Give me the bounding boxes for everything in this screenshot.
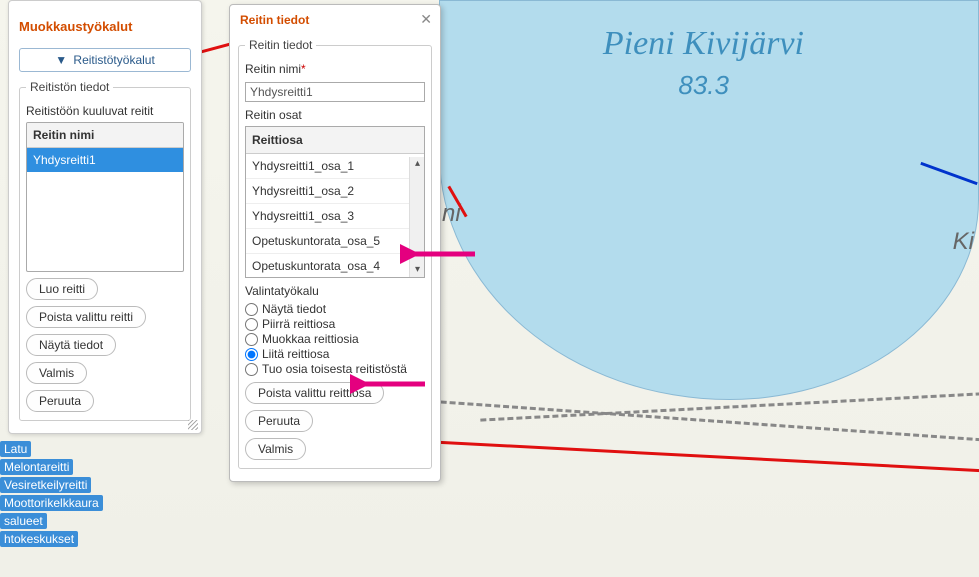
list-item[interactable]: Opetuskuntorata_osa_5	[246, 229, 424, 254]
dialog-title: Reitin tiedot	[240, 13, 309, 27]
tools-panel: Muokkaustyökalut ▼ Reitistötyökalut Reit…	[8, 0, 202, 434]
parts-header: Reittiosa	[246, 127, 424, 154]
legend: Latu Melontareitti Vesiretkeilyreitti Mo…	[0, 440, 103, 548]
radio-edit[interactable]: Muokkaa reittiosia	[245, 332, 425, 346]
create-route-button[interactable]: Luo reitti	[26, 278, 98, 300]
area-label-right: Ki	[953, 228, 974, 256]
caret-down-icon: ▼	[55, 53, 67, 67]
legend-item[interactable]: Vesiretkeilyreitti	[0, 477, 91, 493]
legend-item[interactable]: salueet	[0, 513, 47, 529]
toggle-label: Reitistötyökalut	[73, 53, 154, 67]
close-icon[interactable]: ✕	[420, 11, 432, 28]
list-item[interactable]: Opetuskuntorata_osa_4	[246, 254, 424, 274]
legend-item[interactable]: Melontareitti	[0, 459, 73, 475]
delete-route-button[interactable]: Poista valittu reitti	[26, 306, 146, 328]
list-item[interactable]: Yhdysreitti1_osa_2	[246, 179, 424, 204]
route-name-input[interactable]	[245, 82, 425, 102]
list-item[interactable]: Yhdysreitti1	[27, 148, 183, 172]
show-info-button[interactable]: Näytä tiedot	[26, 334, 116, 356]
radio-attach[interactable]: Liitä reittiosa	[245, 347, 425, 361]
legend-item[interactable]: Moottorikelkkaura	[0, 495, 103, 511]
selection-radio-group: Näytä tiedot Piirrä reittiosa Muokkaa re…	[245, 302, 425, 376]
route-tools-toggle[interactable]: ▼ Reitistötyökalut	[19, 48, 191, 72]
list-header: Reitin nimi	[27, 123, 183, 148]
fieldset-legend: Reitistön tiedot	[26, 80, 113, 94]
list-item[interactable]: Yhdysreitti1_osa_1	[246, 154, 424, 179]
cancel-button[interactable]: Peruuta	[26, 390, 94, 412]
name-label: Reitin nimi*	[245, 62, 425, 76]
parts-list[interactable]: Reittiosa Yhdysreitti1_osa_1 Yhdysreitti…	[245, 126, 425, 278]
routes-list[interactable]: Reitin nimi Yhdysreitti1	[26, 122, 184, 272]
annotation-arrow-icon	[350, 370, 430, 398]
legend-item[interactable]: Latu	[0, 441, 31, 457]
radio-show[interactable]: Näytä tiedot	[245, 302, 425, 316]
resize-grip-icon[interactable]	[188, 420, 198, 430]
legend-item[interactable]: htokeskukset	[0, 531, 78, 547]
dialog-done-button[interactable]: Valmis	[245, 438, 306, 460]
lake-elevation: 83.3	[678, 70, 729, 101]
routes-label: Reitistöön kuuluvat reitit	[26, 104, 184, 118]
parts-label: Reitin osat	[245, 108, 425, 122]
done-button[interactable]: Valmis	[26, 362, 87, 384]
panel-title: Muokkaustyökalut	[19, 9, 191, 48]
selection-tool-label: Valintatyökalu	[245, 284, 425, 298]
trail-line	[430, 440, 979, 472]
annotation-arrow-icon	[400, 240, 480, 268]
list-item[interactable]: Yhdysreitti1_osa_3	[246, 204, 424, 229]
scroll-up-icon[interactable]: ▴	[412, 157, 423, 171]
dialog-fieldset-legend: Reitin tiedot	[245, 38, 316, 52]
routes-fieldset: Reitistön tiedot Reitistöön kuuluvat rei…	[19, 80, 191, 421]
lake-name: Pieni Kivijärvi	[603, 25, 804, 63]
radio-draw[interactable]: Piirrä reittiosa	[245, 317, 425, 331]
dialog-cancel-button[interactable]: Peruuta	[245, 410, 313, 432]
